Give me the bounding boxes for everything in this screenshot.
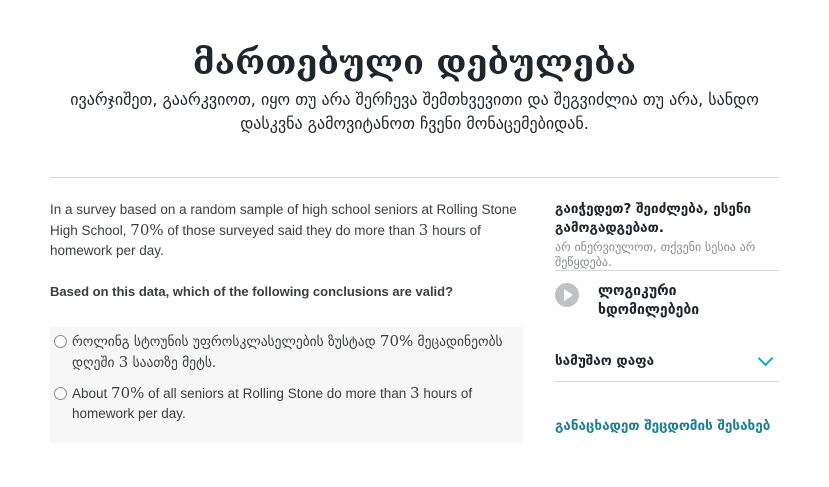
report-problem-link[interactable]: განაცხადეთ შეცდომის შესახებ	[555, 418, 779, 434]
page-title: მართებული დებულება	[192, 43, 637, 83]
answer-choice-2[interactable]: About 70% of all seniors at Rolling Ston…	[50, 383, 523, 424]
sidebar-divider	[555, 270, 779, 271]
related-video-link[interactable]: ლოგიკური ხდომილებები	[555, 282, 779, 320]
answer-choice-1[interactable]: როლინგ სტოუნის უფროსკლასელების ზუსტად 70…	[50, 331, 523, 373]
page-header: მართებული დებულება ივარჯიშეთ, გაარკვიოთ,…	[0, 40, 829, 136]
scratchpad-label[interactable]: სამუშაო დაფა	[555, 353, 654, 369]
choice-1-hours: 3	[118, 353, 129, 371]
page-subtitle: ივარჯიშეთ, გაარკვიოთ, იყო თუ არა შერჩევა…	[70, 90, 759, 133]
stuck-title: გაიჭედეთ? შეიძლება, ესენი გამოგადგებათ.	[555, 201, 752, 236]
choice-2-part1: About	[72, 386, 112, 401]
radio-button-choice-1[interactable]	[54, 335, 67, 348]
stuck-subtitle: არ ინერვიულოთ, თქვენი სესია არ შეწყდება.	[555, 240, 756, 269]
radio-button-choice-2[interactable]	[54, 387, 67, 400]
scratchpad-toggle[interactable]: სამუშაო დაფა	[555, 341, 779, 381]
question-text: In a survey based on a random sample of …	[50, 200, 523, 261]
question-percent: 70%	[130, 221, 164, 239]
choice-1-part1: როლინგ სტოუნის უფროსკლასელების ზუსტად	[72, 334, 380, 350]
choice-1-percent: 70%	[379, 332, 414, 350]
question-prompt: Based on this data, which of the followi…	[50, 284, 454, 299]
choice-2-text: About 70% of all seniors at Rolling Ston…	[72, 383, 517, 424]
chevron-down-icon[interactable]	[757, 350, 774, 366]
help-sidebar: გაიჭედეთ? შეიძლება, ესენი გამოგადგებათ. …	[555, 200, 779, 434]
exercise-page: მართებული დებულება ივარჯიშეთ, გაარკვიოთ,…	[0, 0, 829, 487]
choice-2-hours: 3	[410, 384, 420, 402]
scratchpad-divider	[555, 381, 779, 382]
question-hours: 3	[418, 221, 429, 239]
answer-choices: როლინგ სტოუნის უფროსკლასელების ზუსტად 70…	[50, 327, 523, 442]
header-divider	[50, 177, 779, 178]
choice-1-text: როლინგ სტოუნის უფროსკლასელების ზუსტად 70…	[72, 331, 517, 373]
question-area: In a survey based on a random sample of …	[50, 200, 523, 442]
choice-1-part3: საათზე მეტს.	[128, 355, 217, 371]
choice-2-percent: 70%	[111, 384, 145, 402]
question-text-part2: of those surveyed said they do more than	[163, 223, 419, 238]
choice-2-part2: of all seniors at Rolling Stone do more …	[144, 386, 411, 401]
play-icon[interactable]	[555, 283, 579, 307]
related-video-label[interactable]: ლოგიკური ხდომილებები	[598, 282, 779, 320]
